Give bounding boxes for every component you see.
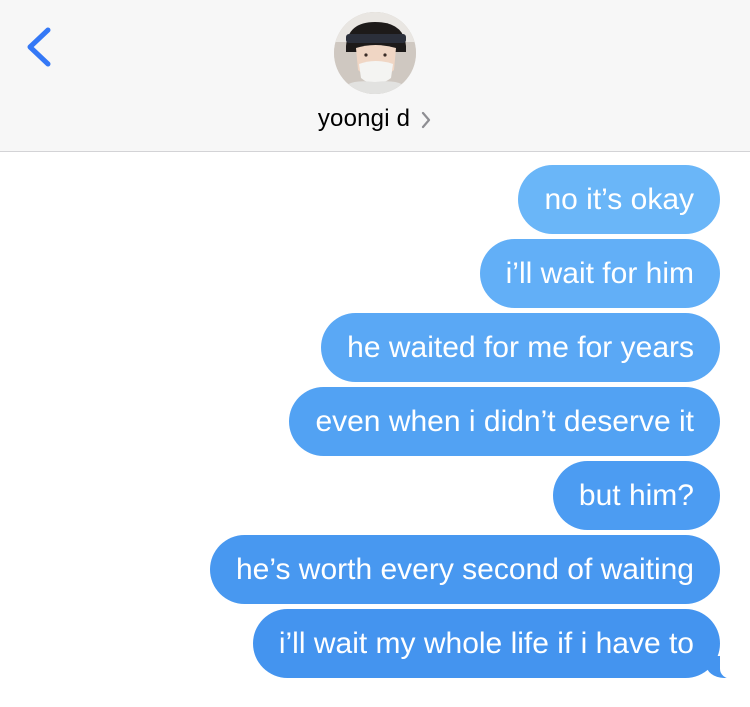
sent-message-bubble[interactable]: he’s worth every second of waiting — [209, 535, 720, 604]
sent-message-bubble[interactable]: but him? — [552, 461, 720, 530]
contact-photo-icon — [334, 12, 416, 94]
chevron-left-icon — [27, 27, 51, 67]
back-button[interactable] — [20, 20, 64, 72]
contact-name: yoongi d — [317, 105, 411, 132]
chevron-right-icon — [422, 111, 431, 129]
message-thread: no it’s okay i’ll wait for him he waited… — [20, 165, 743, 679]
contact-name-button[interactable]: yoongi d — [0, 104, 750, 134]
sent-message-bubble[interactable]: i’ll wait for him — [479, 239, 720, 308]
sent-message-bubble[interactable]: no it’s okay — [518, 165, 720, 234]
sent-message-bubble[interactable]: even when i didn’t deserve it — [289, 387, 720, 456]
sent-message-bubble[interactable]: i’ll wait my whole life if i have to — [252, 609, 743, 679]
sent-message-bubble[interactable]: he waited for me for years — [321, 313, 720, 382]
avatar[interactable] — [334, 12, 416, 94]
conversation-header: yoongi d — [0, 0, 750, 152]
